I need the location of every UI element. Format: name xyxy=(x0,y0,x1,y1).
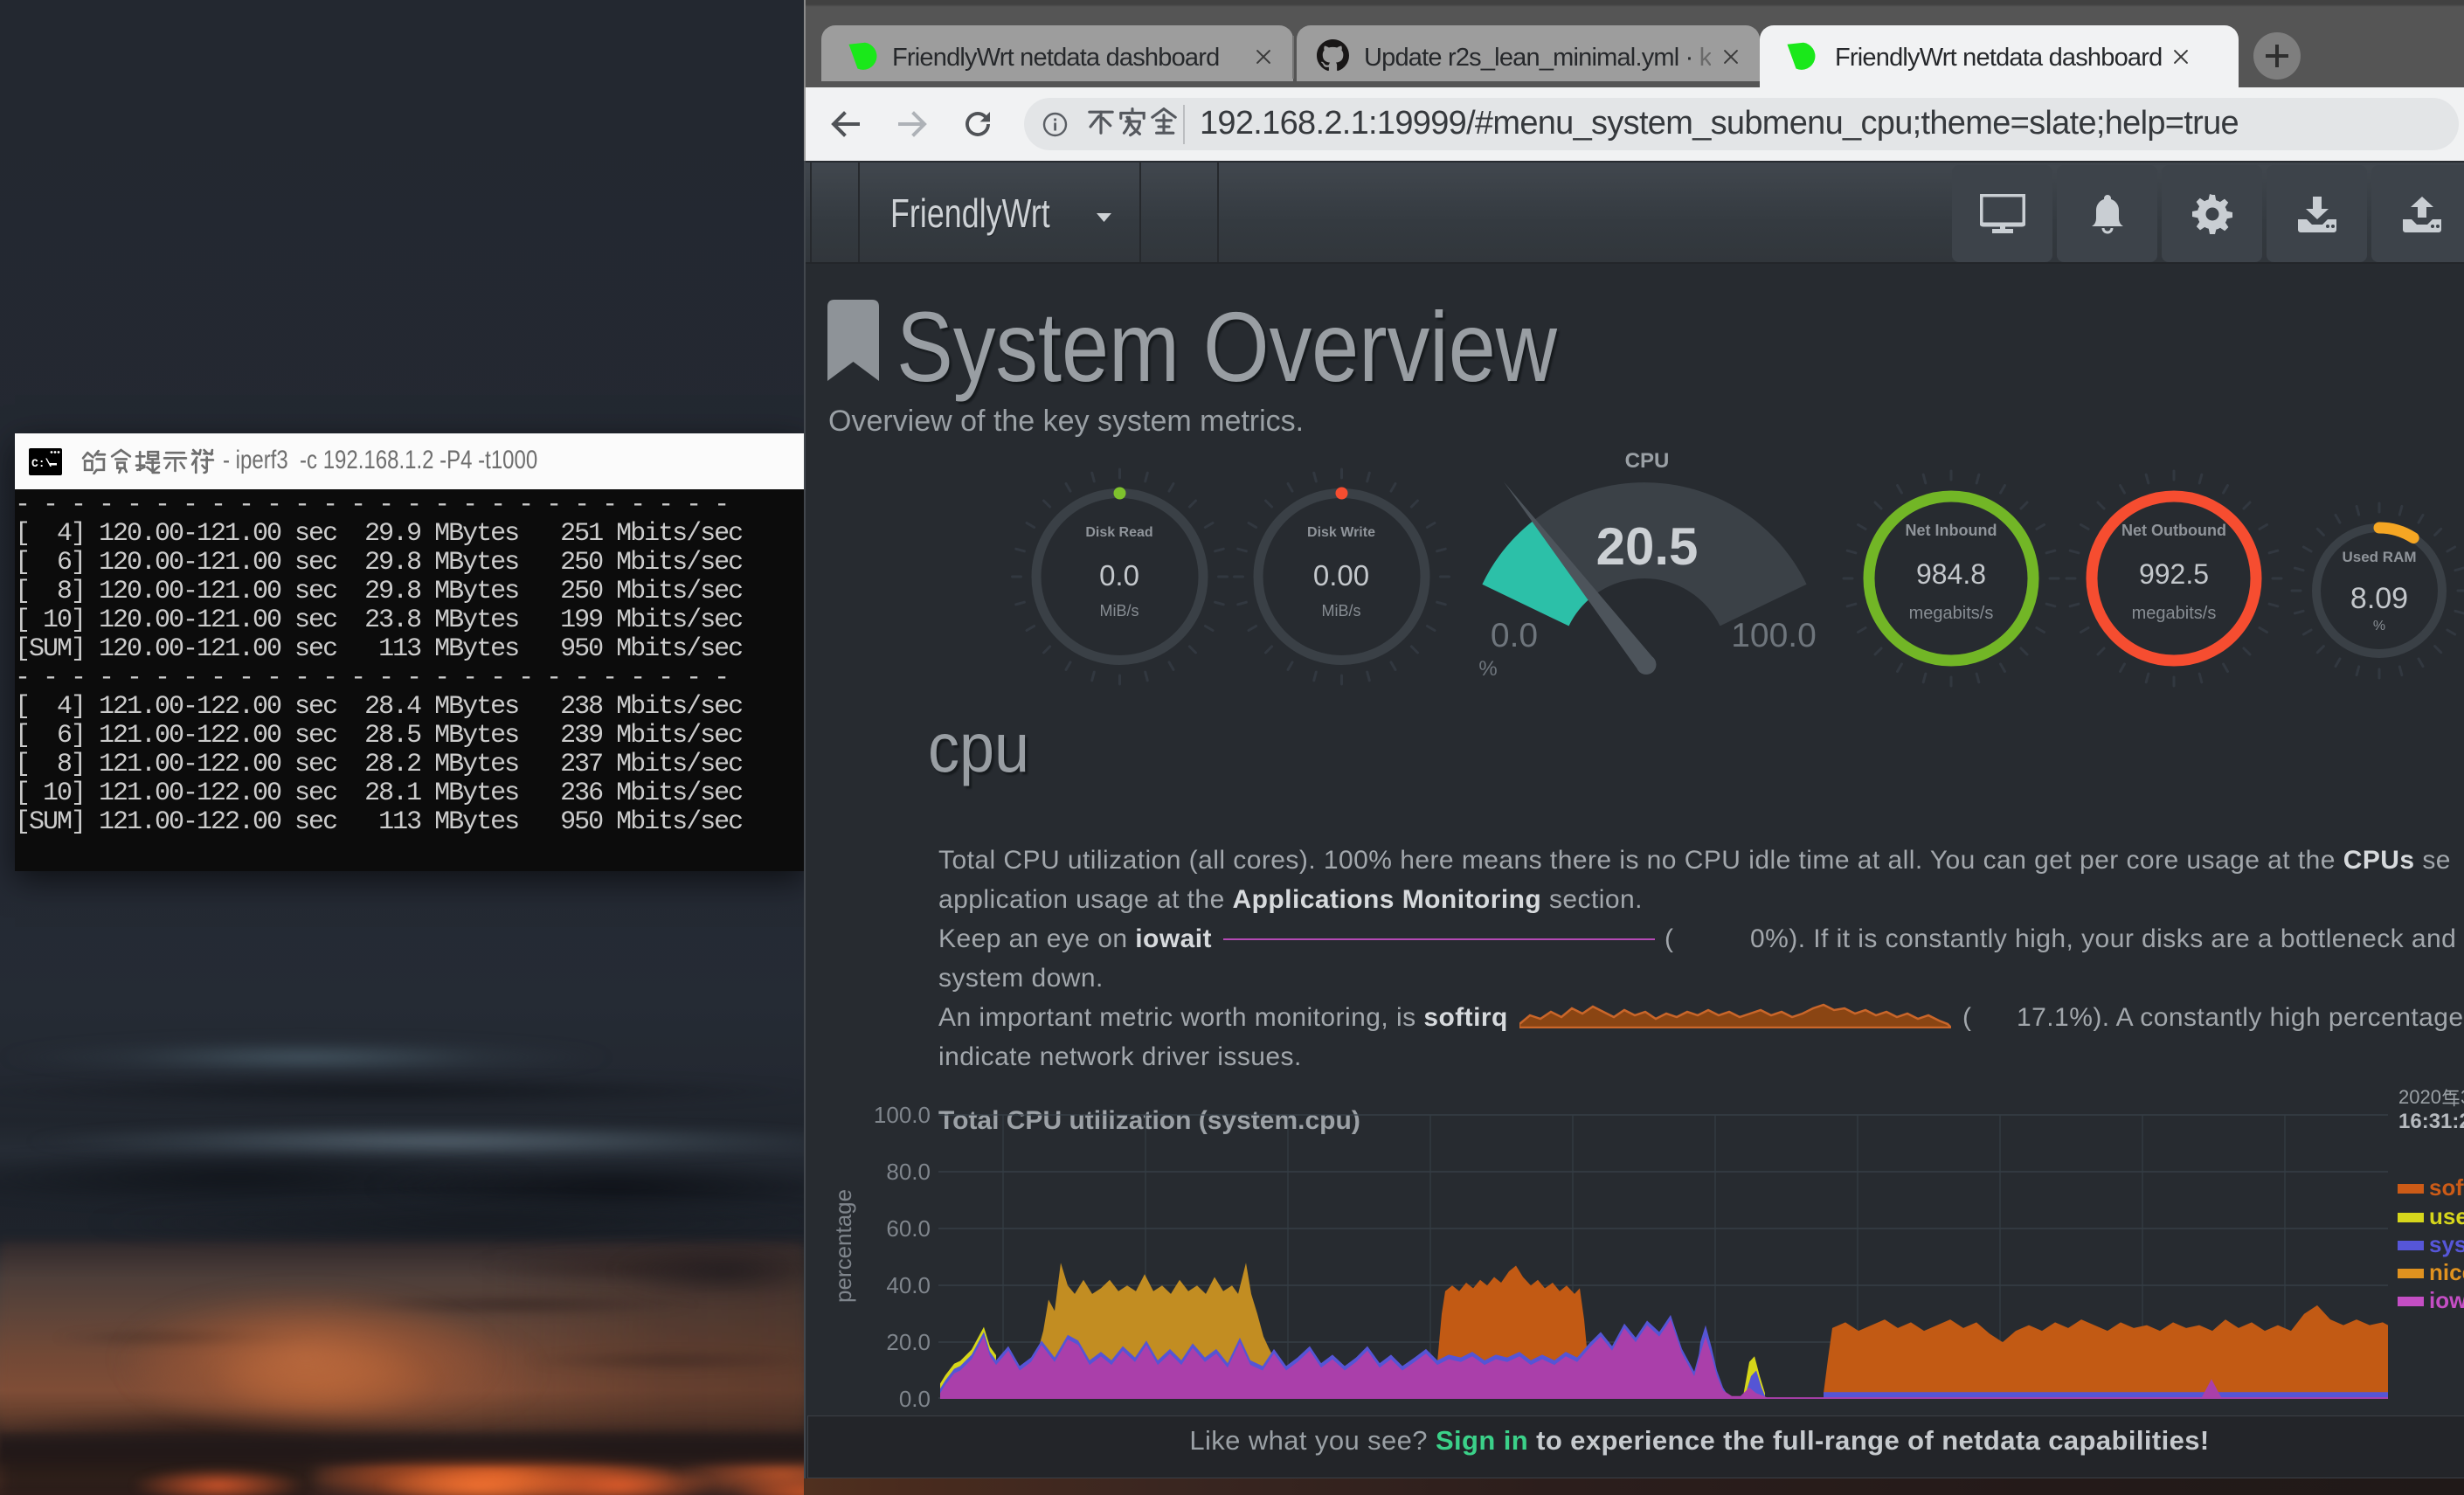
svg-text:C:\: C:\ xyxy=(31,457,52,470)
